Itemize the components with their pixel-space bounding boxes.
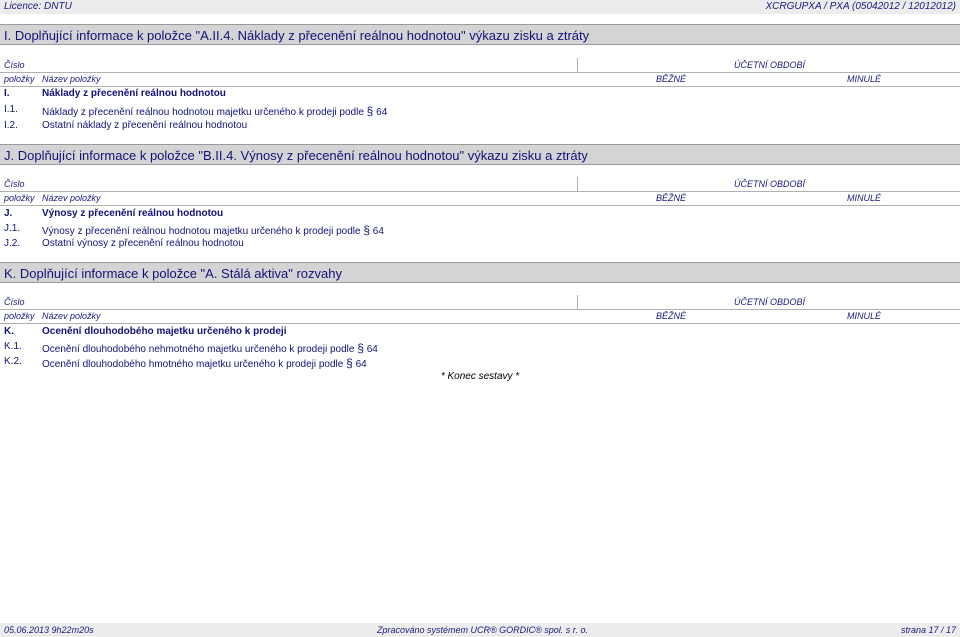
header-cislo: Číslo: [4, 60, 25, 70]
footer-date: 05.06.2013 9h22m20s: [4, 625, 94, 635]
header-ucetni-obdobi: ÚČETNÍ OBDOBÍ: [734, 60, 806, 70]
header-bezne: BĚŽNÉ: [656, 74, 687, 84]
header-nazev-polozky: Název položky: [42, 74, 101, 84]
top-bar: Licence: DNTU XCRGUPXA / PXA (05042012 /…: [0, 0, 960, 14]
licence-text: Licence: DNTU: [4, 1, 72, 12]
header-minule: MINULÉ: [847, 74, 882, 84]
header-polozky: položky: [4, 74, 35, 84]
section-title-j: J. Doplňující informace k položce "B.II.…: [0, 144, 960, 165]
section-title-k: K. Doplňující informace k položce "A. St…: [0, 262, 960, 283]
end-of-report: * Konec sestavy *: [440, 371, 520, 382]
footer: 05.06.2013 9h22m20s Zpracováno systémem …: [0, 623, 960, 637]
section-title-i: I. Doplňující informace k položce "A.II.…: [0, 24, 960, 45]
footer-processed: Zpracováno systémem UCR® GORDIC® spol. s…: [377, 625, 588, 635]
footer-page: strana 17 / 17: [900, 625, 956, 635]
report-id: XCRGUPXA / PXA (05042012 / 12012012): [765, 1, 956, 12]
